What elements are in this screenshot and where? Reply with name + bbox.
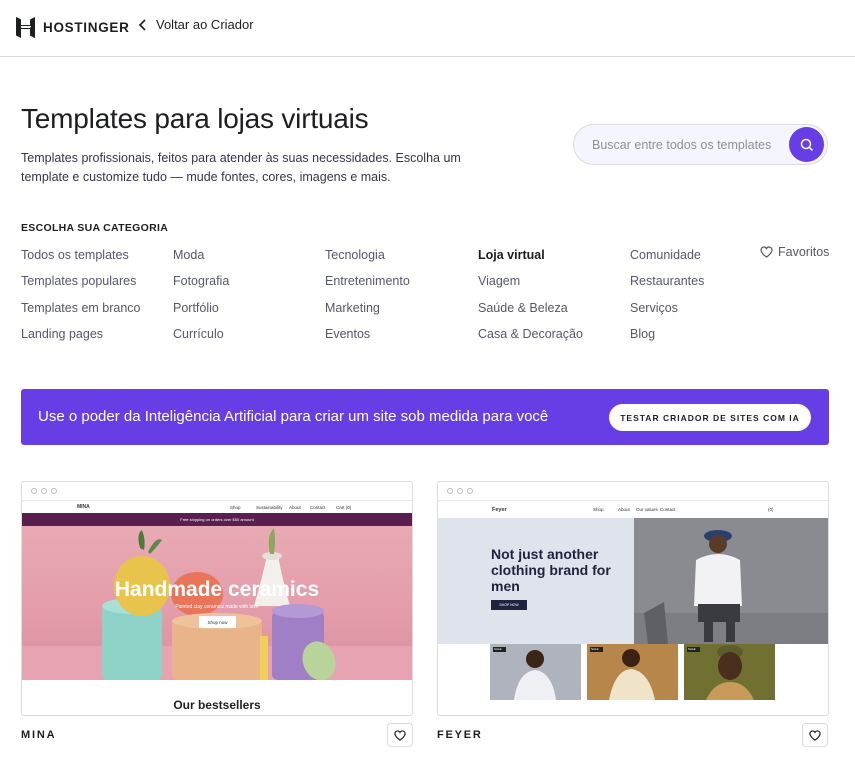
category-blog[interactable]: Blog xyxy=(630,326,704,352)
preview-nav-item: Contact xyxy=(310,504,326,510)
preview-nav-item: Cart (0) xyxy=(336,504,352,510)
favorite-button-mina[interactable] xyxy=(387,723,413,747)
category-entertainment[interactable]: Entretenimento xyxy=(325,273,410,299)
preview-brand: Feyer xyxy=(492,506,507,513)
template-preview-feyer[interactable]: Feyer Shop About Our values Contact (0) … xyxy=(437,481,829,716)
category-column-1: Todos os templates Templates populares T… xyxy=(21,247,141,352)
sale-badge: SALE xyxy=(591,647,599,651)
ceramics-illustration xyxy=(22,528,412,680)
preview-brand: MINA xyxy=(77,504,90,510)
preview-cart: (0) xyxy=(768,507,774,512)
browser-bar xyxy=(22,482,412,501)
preview-nav-item: Sustainability xyxy=(256,504,283,510)
category-technology[interactable]: Tecnologia xyxy=(325,247,410,273)
preview-nav: Feyer Shop About Our values Contact (0) xyxy=(438,501,828,518)
hostinger-logo[interactable]: HOSTINGER xyxy=(16,17,130,38)
sale-badge: SALE xyxy=(494,647,502,651)
heart-icon xyxy=(760,246,773,258)
preview-promo-bar: Free shipping on orders over $50 amount xyxy=(22,513,412,526)
category-resume[interactable]: Currículo xyxy=(173,326,229,352)
category-home-decor[interactable]: Casa & Decoração xyxy=(478,326,583,352)
category-column-4: Loja virtual Viagem Saúde & Beleza Casa … xyxy=(478,247,583,352)
preview-hero-title: Not just another clothing brand for men xyxy=(491,546,611,594)
back-to-builder-link[interactable]: Voltar ao Criador xyxy=(138,17,254,32)
window-dot xyxy=(447,488,453,494)
sale-badge: SALE xyxy=(688,647,696,651)
category-events[interactable]: Eventos xyxy=(325,326,410,352)
preview-product-tile: SALE xyxy=(587,644,678,700)
window-dot xyxy=(41,488,47,494)
page-title: Templates para lojas virtuais xyxy=(21,103,369,134)
search-icon xyxy=(800,138,813,151)
product-photo xyxy=(684,644,775,700)
template-name-feyer: FEYER xyxy=(437,729,483,741)
preview-hero-title: Handmade ceramics xyxy=(114,578,320,601)
window-dot xyxy=(51,488,57,494)
template-preview-mina[interactable]: MINA Shop Sustainability About Contact C… xyxy=(21,481,413,716)
page-subtitle: Templates profissionais, feitos para ate… xyxy=(21,151,461,184)
preview-nav-item: Shop xyxy=(230,504,241,510)
category-column-5: Comunidade Restaurantes Serviços Blog xyxy=(630,247,704,352)
window-dot xyxy=(31,488,37,494)
category-column-3: Tecnologia Entretenimento Marketing Even… xyxy=(325,247,410,352)
preview-product-tile: SALE xyxy=(490,644,581,700)
category-all-templates[interactable]: Todos os templates xyxy=(21,247,141,273)
favorite-button-feyer[interactable] xyxy=(802,723,828,747)
favorites-label: Favoritos xyxy=(778,245,830,259)
category-restaurants[interactable]: Restaurantes xyxy=(630,273,704,299)
preview-nav-item: Shop xyxy=(593,507,604,512)
category-travel[interactable]: Viagem xyxy=(478,273,583,299)
category-fashion[interactable]: Moda xyxy=(173,247,229,273)
category-heading: ESCOLHA SUA CATEGORIA xyxy=(21,222,169,234)
preview-shop-button: SHOP NOW xyxy=(491,600,527,610)
category-popular-templates[interactable]: Templates populares xyxy=(21,273,141,299)
preview-hero: Handmade ceramics Painted clay ceramics … xyxy=(22,526,412,680)
brand-name: HOSTINGER xyxy=(43,20,130,35)
back-label: Voltar ao Criador xyxy=(156,17,254,32)
top-header: HOSTINGER Voltar ao Criador xyxy=(0,0,855,57)
preview-nav-item: Our values xyxy=(636,507,658,512)
favorites-link[interactable]: Favoritos xyxy=(760,245,829,259)
model-illustration xyxy=(634,518,828,644)
preview-shop-button: Shop now xyxy=(199,616,236,628)
product-photo xyxy=(490,644,581,700)
preview-nav-item: About xyxy=(289,504,301,510)
search-input[interactable] xyxy=(592,137,777,152)
chevron-left-icon xyxy=(138,18,146,31)
hostinger-logo-icon xyxy=(16,17,35,38)
preview-hero-subtitle: Painted clay ceramics made with love xyxy=(175,604,259,610)
browser-bar xyxy=(438,482,828,501)
category-landing-pages[interactable]: Landing pages xyxy=(21,326,141,352)
category-health-beauty[interactable]: Saúde & Beleza xyxy=(478,300,583,326)
category-photography[interactable]: Fotografia xyxy=(173,273,229,299)
banner-text: Use o poder da Inteligência Artificial p… xyxy=(38,408,549,425)
preview-hero: Not just another clothing brand for men … xyxy=(438,518,828,644)
template-name-mina: MINA xyxy=(21,729,57,741)
window-dot xyxy=(467,488,473,494)
category-online-store[interactable]: Loja virtual xyxy=(478,247,583,273)
category-services[interactable]: Serviços xyxy=(630,300,704,326)
heart-icon xyxy=(809,729,821,741)
category-column-2: Moda Fotografia Portfólio Currículo xyxy=(173,247,229,352)
preview-nav: MINA Shop Sustainability About Contact C… xyxy=(22,501,412,513)
search-box xyxy=(573,124,828,165)
preview-hero-photo xyxy=(634,518,828,644)
preview-nav-item: About xyxy=(618,507,630,512)
category-community[interactable]: Comunidade xyxy=(630,247,704,273)
ai-builder-banner: Use o poder da Inteligência Artificial p… xyxy=(21,389,829,445)
preview-product-grid: SALE SALE SALE xyxy=(490,644,775,700)
category-marketing[interactable]: Marketing xyxy=(325,300,410,326)
preview-product-tile: SALE xyxy=(684,644,775,700)
search-button[interactable] xyxy=(789,127,824,162)
product-photo xyxy=(587,644,678,700)
preview-nav-item: Contact xyxy=(660,507,676,512)
try-ai-builder-button[interactable]: TESTAR CRIADOR DE SITES COM IA xyxy=(609,404,811,431)
heart-icon xyxy=(394,729,406,741)
category-portfolio[interactable]: Portfólio xyxy=(173,300,229,326)
category-blank-templates[interactable]: Templates em branco xyxy=(21,300,141,326)
window-dot xyxy=(457,488,463,494)
preview-section-title: Our bestsellers xyxy=(173,698,261,712)
